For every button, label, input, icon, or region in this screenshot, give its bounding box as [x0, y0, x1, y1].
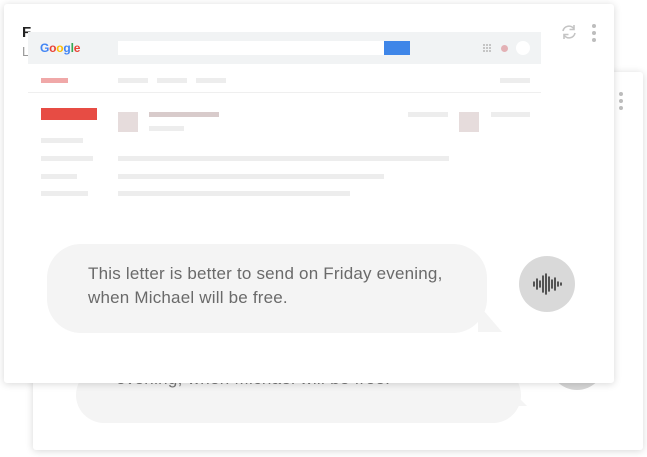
toolbar-placeholder — [196, 78, 226, 83]
logo-letter: e — [73, 41, 81, 55]
refresh-icon[interactable] — [560, 24, 578, 40]
bubble-tail — [478, 304, 502, 332]
voice-button[interactable] — [519, 256, 575, 312]
logo-letter: G — [40, 41, 50, 55]
sidebar-item[interactable] — [41, 156, 93, 161]
sender-avatar — [118, 112, 138, 132]
message-snippet-placeholder — [149, 126, 184, 131]
sidebar-item[interactable] — [41, 191, 88, 196]
apps-grid-icon[interactable] — [483, 44, 491, 52]
body-line — [118, 191, 350, 196]
logo-letter: o — [49, 41, 57, 55]
divider — [28, 92, 541, 93]
compose-button[interactable] — [41, 108, 97, 120]
search-input[interactable] — [118, 41, 410, 55]
attachment-thumb — [459, 112, 479, 132]
sidebar-item[interactable] — [41, 138, 83, 143]
back-bubble-tail — [513, 392, 527, 406]
body-line — [118, 156, 449, 161]
message-text: This letter is better to send on Friday … — [88, 264, 443, 307]
sound-wave-icon — [533, 273, 562, 295]
email-client-preview: Google — [28, 32, 541, 222]
search-button[interactable] — [384, 41, 410, 55]
body-line — [118, 174, 384, 179]
email-top-bar: Google — [28, 32, 541, 64]
notification-icon[interactable] — [501, 45, 508, 52]
message-meta-placeholder — [491, 112, 530, 117]
more-vert-icon[interactable] — [592, 24, 596, 45]
message-meta-placeholder — [408, 112, 448, 117]
sidebar-item[interactable] — [41, 174, 77, 179]
toolbar-placeholder — [41, 78, 68, 83]
avatar[interactable] — [516, 41, 530, 55]
front-card: F L Google This letter is better to send… — [4, 4, 614, 383]
toolbar-placeholder — [157, 78, 187, 83]
message-subject-placeholder — [149, 112, 219, 117]
more-vert-icon[interactable] — [619, 92, 623, 113]
logo-letter: g — [63, 41, 71, 55]
logo-letter: o — [56, 41, 64, 55]
message-bubble: This letter is better to send on Friday … — [47, 244, 487, 333]
toolbar-placeholder — [118, 78, 148, 83]
toolbar-placeholder — [500, 78, 530, 83]
google-logo: Google — [40, 41, 80, 55]
